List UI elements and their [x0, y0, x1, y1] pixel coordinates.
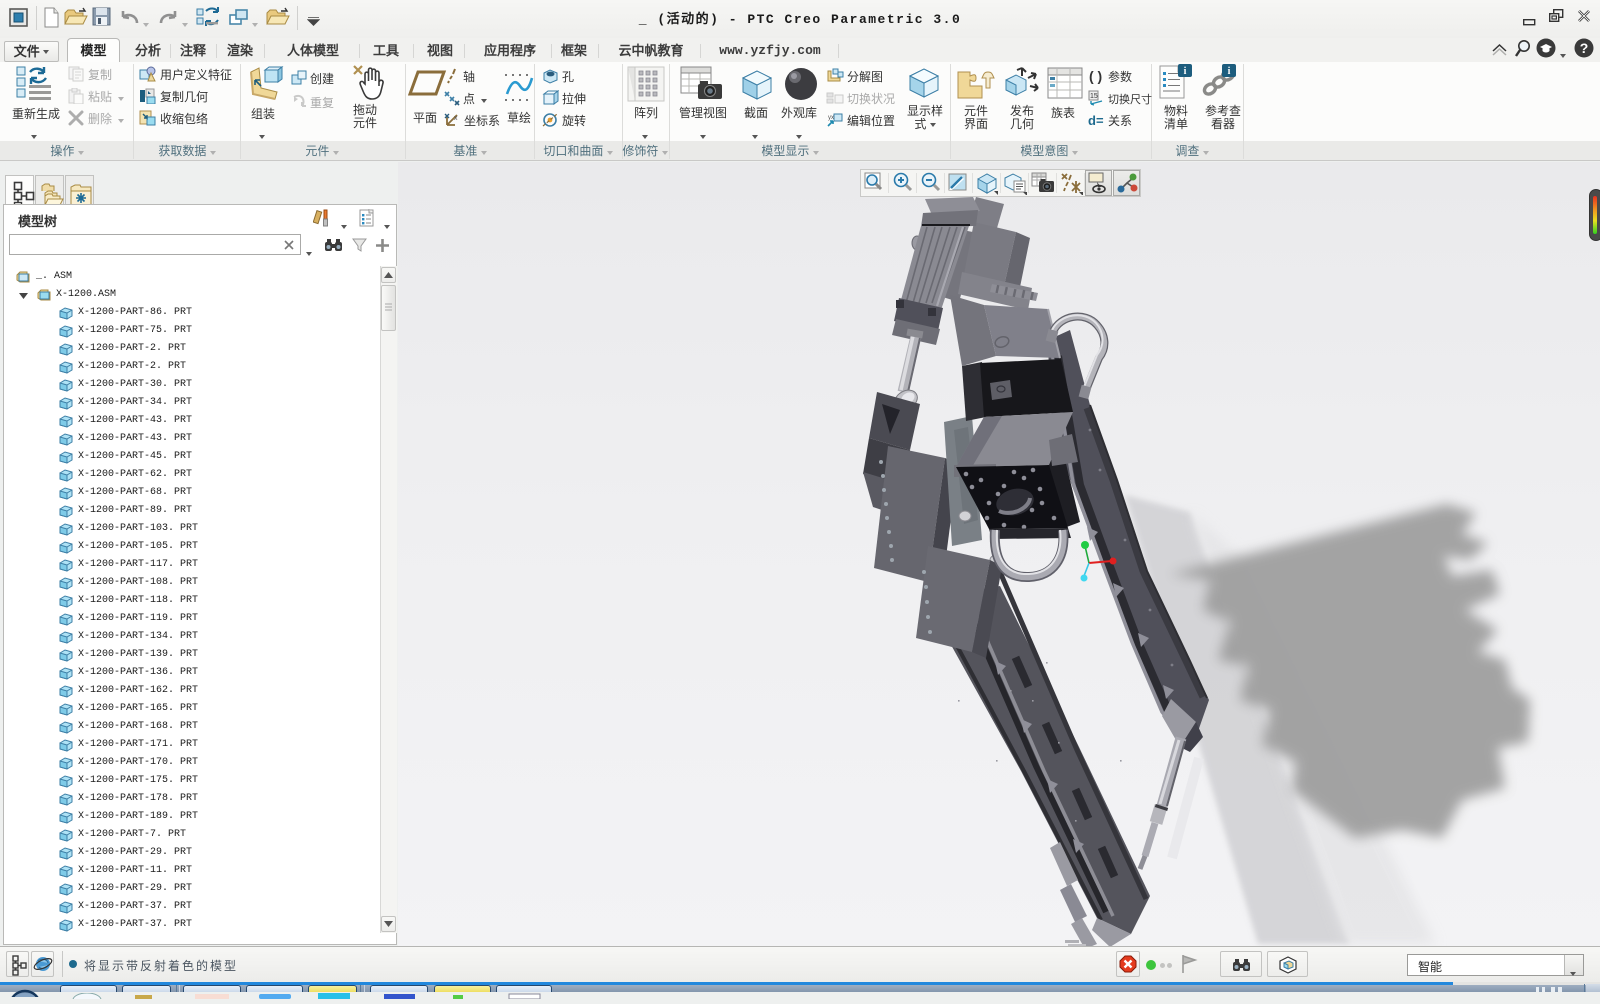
svg-text:d=: d= — [1088, 113, 1104, 128]
svg-text:( ): ( ) — [1089, 68, 1102, 84]
svg-text:yx: yx — [828, 115, 834, 121]
svg-text:i: i — [1184, 66, 1187, 77]
svg-text:x: x — [454, 115, 458, 122]
svg-text:15: 15 — [1090, 93, 1098, 100]
svg-text:?: ? — [1580, 40, 1589, 56]
svg-text:i: i — [1228, 66, 1231, 77]
